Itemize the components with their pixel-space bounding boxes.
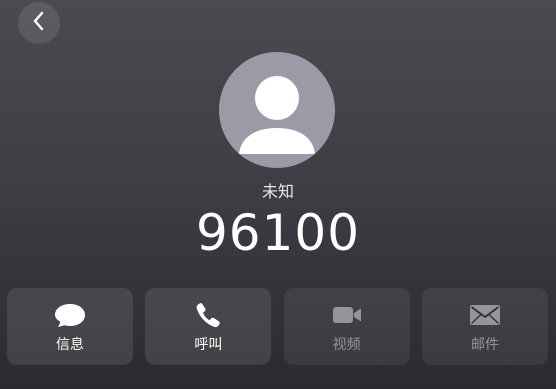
message-icon (53, 302, 87, 328)
video-label: 视频 (332, 337, 361, 353)
mail-label: 邮件 (470, 337, 499, 353)
contact-avatar (219, 52, 335, 168)
action-bar: 信息 呼叫 视频 邮件 (7, 288, 548, 365)
video-icon (330, 302, 364, 328)
call-button[interactable]: 呼叫 (145, 288, 272, 365)
call-label: 呼叫 (194, 337, 223, 353)
phone-icon (191, 302, 225, 328)
person-icon (239, 76, 315, 154)
message-button[interactable]: 信息 (7, 288, 133, 365)
message-label: 信息 (56, 337, 84, 353)
mail-icon (468, 302, 502, 328)
back-button[interactable] (18, 2, 60, 44)
chevron-left-icon (31, 10, 47, 36)
mail-button[interactable]: 邮件 (421, 288, 548, 365)
video-button[interactable]: 视频 (283, 288, 410, 365)
phone-number: 96100 (195, 204, 361, 262)
